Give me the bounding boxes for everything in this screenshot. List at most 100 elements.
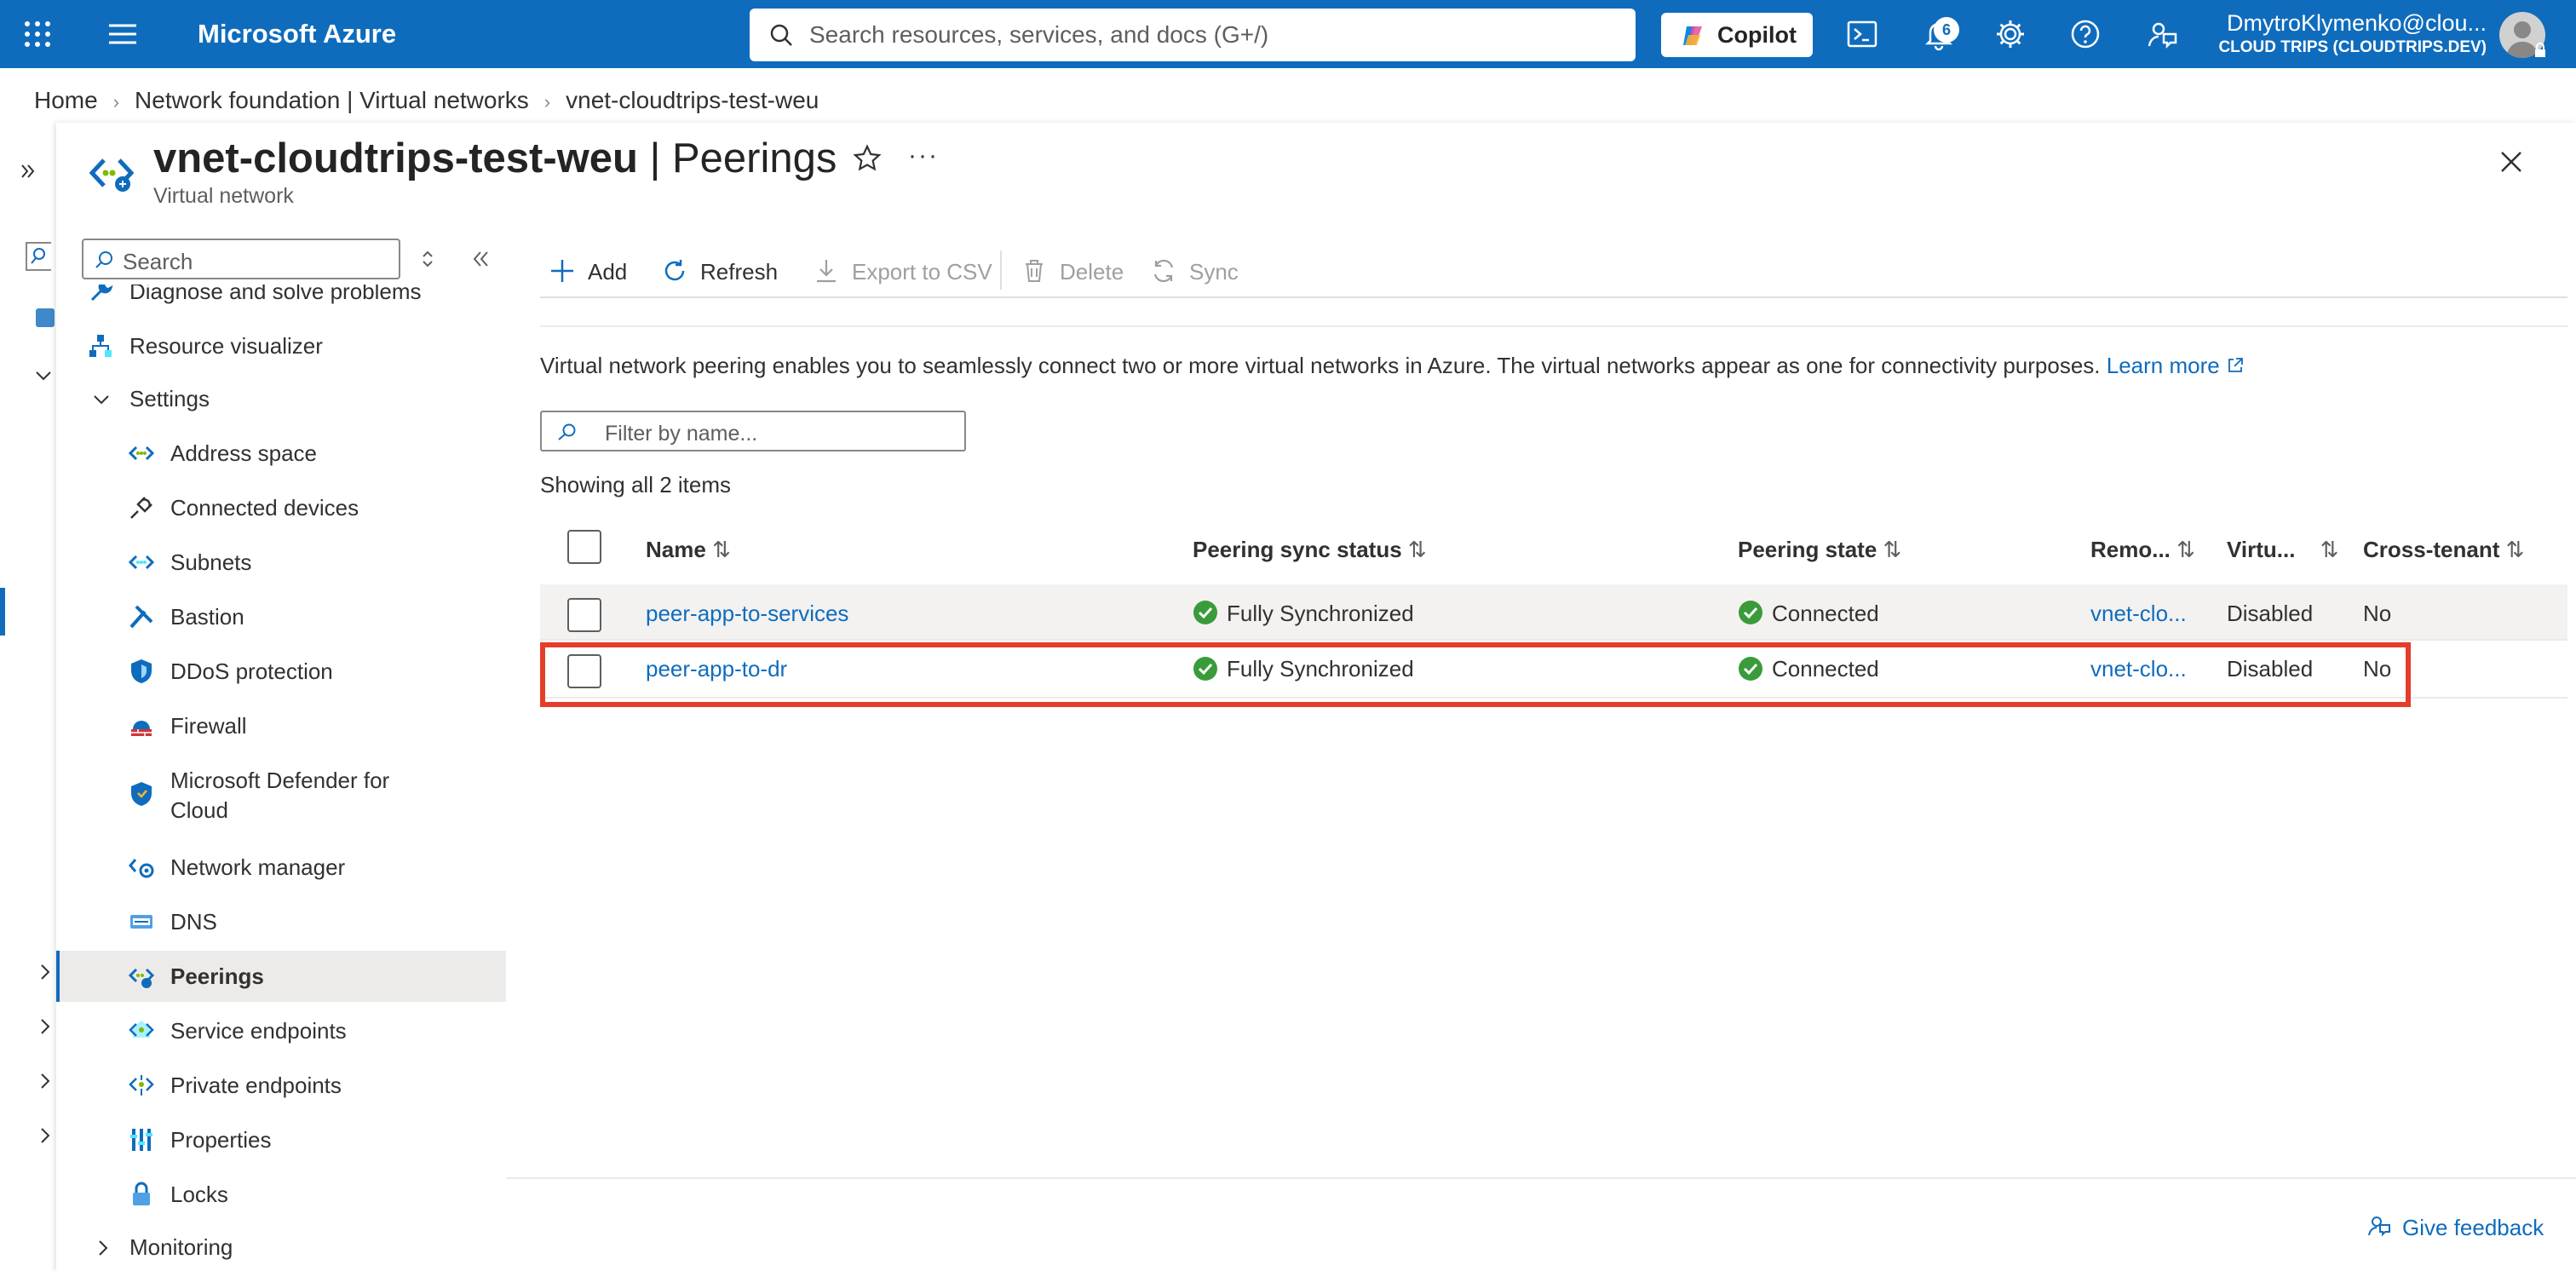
export-csv-label: Export to CSV xyxy=(852,259,992,285)
notification-count-badge: 6 xyxy=(1934,17,1959,43)
wrench-icon xyxy=(87,285,114,305)
firewall-icon xyxy=(128,712,155,739)
breadcrumb: Home › Network foundation | Virtual networ… xyxy=(34,87,819,114)
menu-item-dns[interactable]: DNS xyxy=(56,896,506,947)
global-search-placeholder: Search resources, services, and docs (G+… xyxy=(809,21,1269,48)
network-manager-icon xyxy=(128,854,155,881)
menu-item-resource-visualizer[interactable]: Resource visualizer xyxy=(56,320,506,371)
portal-menu-icon[interactable] xyxy=(106,20,140,48)
chevron-down-icon[interactable] xyxy=(34,366,53,385)
menu-item-address-space[interactable]: Address space xyxy=(56,428,506,479)
sort-icon: ⇅ xyxy=(2320,537,2339,562)
column-header-name[interactable]: Name ⇅ xyxy=(646,537,731,563)
filter-by-name-input[interactable]: Filter by name... xyxy=(540,411,966,451)
menu-item-label: DNS xyxy=(170,909,217,935)
dns-icon xyxy=(128,908,155,935)
menu-item-label: Bastion xyxy=(170,604,244,630)
menu-item-locks[interactable]: Locks xyxy=(56,1169,506,1220)
peering-state: Connected xyxy=(1772,601,1879,626)
row-checkbox[interactable] xyxy=(567,598,601,632)
sort-icon: ⇅ xyxy=(2176,537,2195,562)
menu-item-label: Settings xyxy=(129,386,210,411)
menu-search-input[interactable]: Search xyxy=(82,239,400,279)
success-check-icon xyxy=(1738,600,1763,625)
menu-item-bastion[interactable]: Bastion xyxy=(56,591,506,642)
cross-tenant: No xyxy=(2363,601,2392,626)
menu-item-subnets[interactable]: Subnets xyxy=(56,537,506,588)
menu-item-label: Service endpoints xyxy=(170,1018,347,1044)
rail-vnet-icon[interactable] xyxy=(34,307,56,329)
copilot-label: Copilot xyxy=(1717,22,1797,48)
menu-item-firewall[interactable]: Firewall xyxy=(56,700,506,751)
menu-item-ddos-protection[interactable]: DDoS protection xyxy=(56,646,506,697)
external-link-icon xyxy=(2226,356,2245,375)
chevron-right-icon[interactable] xyxy=(37,1017,53,1036)
vnet-icon xyxy=(128,440,155,467)
user-name: DmytroKlymenko@clou... xyxy=(2227,10,2487,36)
column-header-cross-tenant[interactable]: Cross-tenant ⇅ xyxy=(2363,537,2524,563)
copilot-button[interactable]: Copilot xyxy=(1661,13,1813,57)
column-header-sync-status[interactable]: Peering sync status ⇅ xyxy=(1193,537,1427,563)
close-icon[interactable] xyxy=(2498,148,2525,175)
breadcrumb-virtual-networks[interactable]: Network foundation | Virtual networks xyxy=(135,87,529,114)
menu-item-private-endpoints[interactable]: Private endpoints xyxy=(56,1060,506,1111)
search-icon xyxy=(768,22,794,48)
sort-updown-icon[interactable] xyxy=(417,249,438,269)
app-launcher-icon[interactable] xyxy=(22,19,53,49)
remote-vnet-link[interactable]: vnet-clo... xyxy=(2090,601,2187,627)
menu-item-label: Private endpoints xyxy=(170,1073,342,1098)
chevron-right-icon[interactable] xyxy=(37,963,53,981)
help-icon[interactable] xyxy=(2068,17,2102,51)
menu-item-service-endpoints[interactable]: Service endpoints xyxy=(56,1005,506,1056)
select-all-checkbox[interactable] xyxy=(567,530,601,564)
column-header-remote[interactable]: Remo... ⇅ xyxy=(2090,537,2195,563)
search-icon xyxy=(94,250,114,270)
menu-item-diagnose[interactable]: Diagnose and solve problems xyxy=(56,285,506,317)
chevron-right-icon: › xyxy=(112,91,120,112)
menu-item-peerings[interactable]: Peerings xyxy=(56,951,506,1002)
expand-nav-icon[interactable] xyxy=(19,162,37,181)
properties-icon xyxy=(128,1126,155,1153)
rail-search-icon[interactable] xyxy=(26,242,51,271)
global-search-input[interactable]: Search resources, services, and docs (G+… xyxy=(750,9,1636,61)
column-header-peering-state[interactable]: Peering state ⇅ xyxy=(1738,537,1901,563)
column-header-virtual[interactable]: Virtu... ⇅ xyxy=(2227,537,2338,563)
menu-item-connected-devices[interactable]: Connected devices xyxy=(56,482,506,533)
chevron-down-icon xyxy=(92,390,111,409)
menu-group-monitoring[interactable]: Monitoring xyxy=(56,1222,506,1271)
breadcrumb-home[interactable]: Home xyxy=(34,87,98,114)
private-endpoint-icon xyxy=(128,1072,155,1099)
chevron-right-icon xyxy=(94,1239,112,1257)
menu-item-label: Resource visualizer xyxy=(129,333,323,359)
collapse-menu-icon[interactable] xyxy=(470,249,491,269)
cloud-shell-icon[interactable] xyxy=(1845,17,1879,51)
menu-item-network-manager[interactable]: Network manager xyxy=(56,842,506,893)
portal-title[interactable]: Microsoft Azure xyxy=(198,19,396,49)
favorite-star-icon[interactable] xyxy=(852,143,883,174)
chevron-right-icon[interactable] xyxy=(37,1072,53,1090)
collapsed-nav-rail xyxy=(0,128,56,1271)
settings-gear-icon[interactable] xyxy=(1993,17,2027,51)
menu-group-settings[interactable]: Settings xyxy=(56,373,506,424)
account-info[interactable]: DmytroKlymenko@clou... CLOUD TRIPS (CLOU… xyxy=(2218,10,2487,57)
highlight-annotation xyxy=(540,642,2411,707)
chevron-right-icon[interactable] xyxy=(37,1126,53,1145)
menu-item-label-line2: Cloud xyxy=(170,797,228,823)
command-bar: Add Refresh Export to CSV Delete Sync xyxy=(540,242,2567,298)
more-actions-icon[interactable]: ··· xyxy=(908,141,939,170)
delete-label: Delete xyxy=(1060,259,1124,285)
peering-description: Virtual network peering enables you to s… xyxy=(540,353,2245,379)
learn-more-link[interactable]: Learn more xyxy=(2107,353,2245,378)
resource-type: Virtual network xyxy=(153,184,294,208)
virtual-network-access: Disabled xyxy=(2227,601,2314,626)
lock-icon xyxy=(2533,43,2547,58)
breadcrumb-vnet[interactable]: vnet-cloudtrips-test-weu xyxy=(566,87,819,114)
resource-name: vnet-cloudtrips-test-weu xyxy=(153,135,638,181)
item-count: Showing all 2 items xyxy=(540,472,731,497)
table-row[interactable]: peer-app-to-services Fully Synchronized … xyxy=(540,584,2567,641)
menu-item-properties[interactable]: Properties xyxy=(56,1114,506,1165)
feedback-icon[interactable] xyxy=(2145,17,2179,51)
give-feedback-label: Give feedback xyxy=(2402,1215,2544,1240)
menu-item-defender[interactable]: Microsoft Defender for Cloud xyxy=(56,755,506,837)
peering-name-link[interactable]: peer-app-to-services xyxy=(646,601,848,627)
